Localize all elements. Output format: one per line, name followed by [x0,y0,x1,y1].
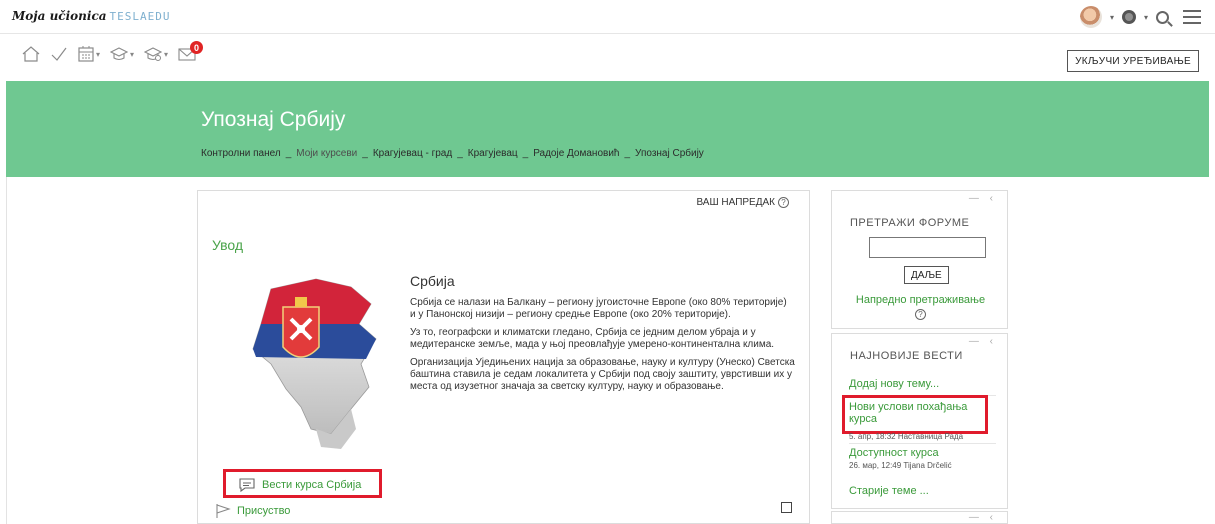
intro-paragraph: Србија се налази на Балкану – региону ју… [410,297,787,320]
block-controls[interactable]: — ‹ [969,336,997,347]
user-avatar[interactable] [1079,6,1102,28]
section-title[interactable]: Увод [212,237,243,253]
older-topics-link[interactable]: Старије теме ... [849,485,929,497]
left-border [6,177,7,524]
chevron-down-icon[interactable]: ▾ [96,50,100,59]
flag-icon [216,504,231,518]
intro-paragraph: Организација Уједињених нација за образо… [410,357,795,392]
latest-news-block: — ‹ НАЈНОВИЈЕ ВЕСТИ Додај нову тему... Н… [831,333,1008,509]
hamburger-menu-icon[interactable] [1183,10,1201,24]
graduation-cap-icon[interactable]: ▾ [110,47,134,61]
page-title: Упознај Србију [201,108,346,131]
notification-badge: 0 [190,41,204,54]
breadcrumb-item-city[interactable]: Крагујевац - град [373,148,452,159]
course-content: ВАШ НАПРЕДАК ? Увод Србија Србија се нал… [197,190,810,524]
breadcrumb-separator: _ [457,148,463,159]
search-icon[interactable] [1156,10,1169,24]
activity-label[interactable]: Вести курса Србија [262,479,361,491]
breadcrumb-separator: _ [624,148,631,159]
chevron-down-icon[interactable]: ▾ [1110,13,1114,22]
intro-summary: Србија Србија се налази на Балкану – рег… [410,273,795,399]
advanced-search-label[interactable]: Напредно претраживање [842,294,999,307]
breadcrumb-separator: _ [362,148,368,159]
quick-nav-icons: ▾ ▾ ▾ 0 [22,41,204,62]
block-controls[interactable]: — ‹ [969,512,997,523]
block-controls[interactable]: — ‹ [969,193,997,204]
site-logo[interactable]: Moja učionica TESLAEDU [12,9,171,23]
forum-search-input[interactable] [869,237,986,258]
turn-editing-on-button[interactable]: УКЉУЧИ УРЕЂИВАЊЕ [1067,50,1199,72]
news-item-title[interactable]: Нови услови похађања курса [849,401,984,425]
breadcrumb-item-category[interactable]: Крагујевац [468,148,518,159]
divider [849,443,996,444]
messages-envelope-icon[interactable]: 0 [178,41,204,61]
forum-chat-icon [239,478,255,493]
chevron-down-icon[interactable]: ▾ [130,50,134,59]
completion-checkbox[interactable] [781,502,792,513]
search-forums-block: — ‹ ПРЕТРАЖИ ФОРУМЕ ДАЉЕ Напредно претра… [831,190,1008,329]
chevron-down-icon[interactable]: ▾ [164,50,168,59]
block-title: НАЈНОВИЈЕ ВЕСТИ [850,350,963,362]
home-icon[interactable] [22,46,40,62]
intro-paragraph: Уз то, географски и климатски гледано, С… [410,327,775,350]
breadcrumb-item-course[interactable]: Упознај Србију [635,148,704,159]
news-item-meta: 5. апр, 18:32 Наставница Рада [849,432,964,441]
breadcrumb-separator: _ [522,148,529,159]
search-go-button[interactable]: ДАЉЕ [904,266,949,284]
chevron-down-icon[interactable]: ▾ [1144,13,1148,22]
advanced-search-link[interactable]: Напредно претраживање ? [842,294,999,321]
logo-brand: TESLAEDU [109,10,171,23]
serbia-map-image [231,269,391,454]
help-icon[interactable]: ? [915,309,926,320]
block-title: ПРЕТРАЖИ ФОРУМЕ [850,217,970,229]
activity-label[interactable]: Присуство [237,505,290,517]
top-navbar: Moja učionica TESLAEDU ▾ ▾ [0,0,1215,34]
news-item-meta: 26. мар, 12:49 Tijana Drčelić [849,461,952,470]
logo-text: Moja učionica [12,9,107,23]
breadcrumb-item-dashboard[interactable]: Контролни панел [201,148,281,159]
activity-course-news-forum[interactable]: Вести курса Србија [238,477,361,493]
calendar-icon[interactable]: ▾ [78,46,100,62]
help-icon[interactable]: ? [778,197,789,208]
progress-text: ВАШ НАПРЕДАК [696,197,775,208]
language-globe-icon[interactable] [1121,10,1136,24]
graduation-cap-settings-icon[interactable]: ▾ [144,47,168,61]
news-item-title[interactable]: Доступност курса [849,447,939,459]
course-header-banner: Упознај Србију Контролни панел _ Моји кур… [6,81,1209,177]
breadcrumb: Контролни панел _ Моји курсеви _ Крагујева… [201,148,704,159]
intro-heading: Србија [410,273,455,289]
add-new-topic-link[interactable]: Додај нову тему... [849,378,939,390]
next-block: — ‹ [831,511,1008,524]
breadcrumb-separator: _ [285,148,292,159]
breadcrumb-item-school[interactable]: Радоје Домановић [533,148,619,159]
breadcrumb-item-my-courses[interactable]: Моји курсеви [296,148,357,159]
user-menu-area: ▾ ▾ [1079,6,1201,28]
checkmark-icon[interactable] [50,46,68,62]
your-progress-label: ВАШ НАПРЕДАК ? [696,197,789,208]
activity-attendance[interactable]: Присуство [215,503,290,519]
